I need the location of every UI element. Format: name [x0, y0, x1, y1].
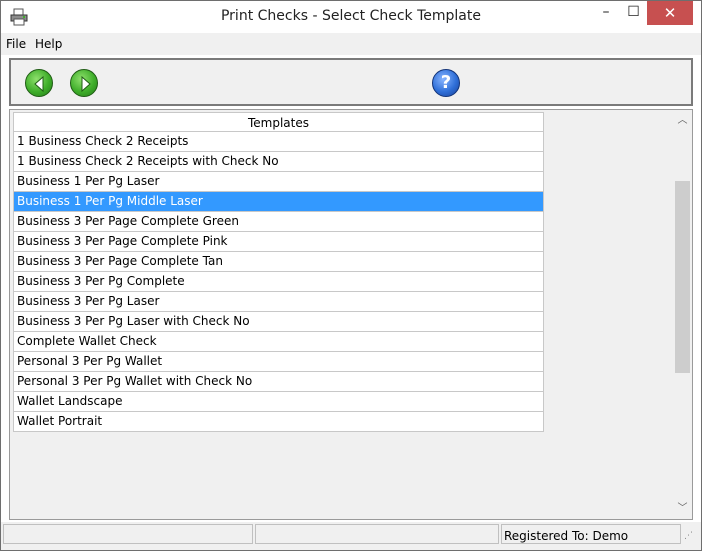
template-row[interactable]: Business 3 Per Page Complete Tan — [13, 252, 544, 272]
scroll-thumb[interactable] — [675, 181, 690, 373]
forward-button[interactable] — [70, 69, 98, 97]
templates-grid: Templates 1 Business Check 2 Receipts 1 B… — [13, 112, 544, 432]
status-bar: Registered To: Demo ⋰ — [1, 522, 701, 550]
template-row[interactable]: Personal 3 Per Pg Wallet with Check No — [13, 372, 544, 392]
scroll-up-icon[interactable]: ︿ — [674, 112, 691, 129]
template-row[interactable]: Business 3 Per Pg Laser — [13, 292, 544, 312]
vertical-scrollbar[interactable]: ︿ ﹀ — [674, 112, 691, 517]
templates-rows: 1 Business Check 2 Receipts 1 Business Ch… — [13, 132, 544, 432]
minimize-button[interactable]: – — [593, 1, 619, 25]
status-panel-1 — [3, 524, 253, 544]
template-row[interactable]: Wallet Landscape — [13, 392, 544, 412]
title-bar[interactable]: Print Checks - Select Check Template – ☐… — [1, 1, 701, 33]
back-button[interactable] — [25, 69, 53, 97]
template-row[interactable]: Business 1 Per Pg Laser — [13, 172, 544, 192]
template-row[interactable]: Complete Wallet Check — [13, 332, 544, 352]
template-row[interactable]: Business 3 Per Pg Complete — [13, 272, 544, 292]
green-right-arrow-icon — [81, 75, 91, 93]
menu-bar: File Help — [1, 33, 701, 55]
blue-question-mark-icon: ? — [440, 72, 452, 93]
resize-grip-icon[interactable]: ⋰ — [684, 531, 693, 541]
help-button[interactable]: ? — [432, 69, 460, 97]
template-row[interactable]: Business 3 Per Page Complete Green — [13, 212, 544, 232]
template-row[interactable]: Wallet Portrait — [13, 412, 544, 432]
template-row[interactable]: Personal 3 Per Pg Wallet — [13, 352, 544, 372]
close-button[interactable]: ✕ — [647, 1, 693, 25]
menu-help[interactable]: Help — [35, 37, 62, 51]
scroll-down-icon[interactable]: ﹀ — [674, 500, 691, 517]
registered-to-label: Registered To: Demo — [504, 529, 629, 543]
maximize-button[interactable]: ☐ — [620, 1, 647, 25]
app-window: Print Checks - Select Check Template – ☐… — [0, 0, 702, 551]
templates-panel: Templates 1 Business Check 2 Receipts 1 B… — [9, 109, 693, 520]
template-row[interactable]: 1 Business Check 2 Receipts with Check N… — [13, 152, 544, 172]
template-row[interactable]: Business 1 Per Pg Middle Laser — [13, 192, 544, 212]
template-row[interactable]: Business 3 Per Pg Laser with Check No — [13, 312, 544, 332]
template-row[interactable]: Business 3 Per Page Complete Pink — [13, 232, 544, 252]
toolbar: ? — [9, 58, 693, 106]
templates-column-header[interactable]: Templates — [13, 112, 544, 132]
menu-file[interactable]: File — [6, 37, 26, 51]
template-row[interactable]: 1 Business Check 2 Receipts — [13, 132, 544, 152]
status-panel-2 — [255, 524, 499, 544]
green-left-arrow-icon — [34, 75, 44, 93]
